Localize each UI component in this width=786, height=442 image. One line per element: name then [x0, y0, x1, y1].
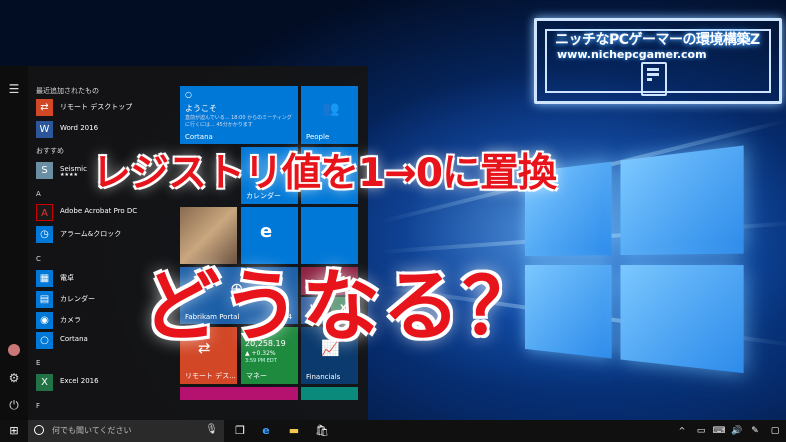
- keyboard-icon[interactable]: ⌨: [712, 423, 726, 439]
- word-icon: W: [36, 121, 53, 138]
- app-word[interactable]: W Word 2016: [36, 121, 176, 139]
- windows-logo-graphic: [524, 144, 756, 386]
- app-label: Word 2016: [60, 124, 99, 132]
- seismic-icon: S: [36, 162, 53, 179]
- headline-line1: レジストリ値を1→0に置換: [92, 151, 557, 196]
- pen-icon[interactable]: ✎: [748, 423, 762, 439]
- tile-partial-teal[interactable]: [301, 387, 358, 400]
- alarm-clock-icon: ◷: [36, 226, 53, 243]
- people-icon: 👥: [322, 101, 340, 117]
- headline-line2: どうなる？: [142, 262, 543, 352]
- app-alarm-clock[interactable]: ◷ アラーム&クロック: [36, 226, 176, 244]
- edge-icon: e: [260, 221, 273, 242]
- app-remote-desktop[interactable]: ⇄ リモート デスクトップ: [36, 99, 176, 117]
- start-menu: ☰ ⚙ ⏻ 最近追加されたもの ⇄ リモート デスクトップ W Word 201…: [0, 66, 368, 420]
- search-placeholder: 何でも聞いてください: [52, 426, 132, 435]
- remote-desktop-icon: ⇄: [36, 99, 53, 116]
- tile-label: People: [306, 133, 330, 141]
- volume-icon[interactable]: 🔊: [730, 423, 744, 439]
- cortana-circle-icon: ○: [185, 90, 192, 99]
- app-acrobat[interactable]: A Adobe Acrobat Pro DC: [36, 204, 176, 222]
- site-badge: ニッチなPCゲーマーの環境構築Z www.nichepcgamer.com: [534, 18, 782, 104]
- app-label: カレンダー: [60, 295, 95, 303]
- tile-cortana[interactable]: ○ ようこそ 直前が迫んでいる... 18:00 からのミーティングに行くには.…: [180, 86, 298, 144]
- app-label: Cortana: [60, 335, 88, 343]
- app-label: リモート デスクトップ: [60, 103, 133, 111]
- site-badge-title: ニッチなPCゲーマーの環境構築Z: [555, 32, 760, 48]
- stock-time: 3:59 PM EDT: [245, 358, 277, 364]
- file-explorer-icon[interactable]: ▬: [286, 423, 302, 439]
- tile-partial-pink[interactable]: [180, 387, 298, 400]
- power-icon[interactable]: ⏻: [7, 398, 21, 412]
- app-label: カメラ: [60, 316, 81, 324]
- calendar-icon: ▤: [36, 291, 53, 308]
- show-hidden-icons-chevron[interactable]: ^: [676, 423, 688, 439]
- section-e[interactable]: E: [36, 359, 40, 367]
- action-center-icon[interactable]: ▢: [768, 423, 782, 439]
- pc-icon: [641, 62, 667, 96]
- camera-icon: ◉: [36, 312, 53, 329]
- tile-label: Cortana: [185, 133, 213, 141]
- section-c[interactable]: C: [36, 255, 41, 263]
- edge-taskbar-icon[interactable]: e: [258, 423, 274, 439]
- excel-icon: X: [36, 374, 53, 391]
- tile-label: リモート デス...: [185, 372, 236, 380]
- calculator-icon: ▦: [36, 270, 53, 287]
- section-recently-added: 最近追加されたもの: [36, 87, 99, 95]
- app-rating: ★★★★: [60, 172, 78, 178]
- site-badge-url: www.nichepcgamer.com: [557, 48, 707, 61]
- store-taskbar-icon[interactable]: 🛍: [314, 423, 330, 439]
- cortana-icon: ○: [36, 332, 53, 349]
- cortana-greeting: ようこそ: [185, 104, 217, 113]
- section-suggested: おすすめ: [36, 147, 64, 155]
- tile-label: Financials: [306, 373, 341, 381]
- microphone-icon[interactable]: 🎙: [205, 424, 218, 435]
- task-view-icon[interactable]: ❐: [232, 423, 248, 439]
- acrobat-icon: A: [36, 204, 53, 221]
- taskbar-search-box[interactable]: 何でも聞いてください 🎙: [28, 420, 224, 442]
- app-excel[interactable]: X Excel 2016: [36, 374, 176, 392]
- app-label: Excel 2016: [60, 377, 99, 385]
- user-avatar[interactable]: [8, 344, 20, 356]
- tile-people[interactable]: 👥 People: [301, 86, 358, 144]
- section-a[interactable]: A: [36, 190, 41, 198]
- section-f[interactable]: F: [36, 402, 40, 410]
- settings-gear-icon[interactable]: ⚙: [7, 371, 21, 385]
- cortana-search-icon: [34, 425, 44, 435]
- taskbar: ⊞ 何でも聞いてください 🎙 ❐ e ▬ 🛍 ^ ▭ ⌨ 🔊 ✎ ▢: [0, 420, 786, 442]
- start-windows-icon[interactable]: ⊞: [6, 423, 22, 439]
- tile-label: マネー: [246, 372, 267, 380]
- app-label: アラーム&クロック: [60, 230, 122, 238]
- app-label: Adobe Acrobat Pro DC: [60, 207, 138, 215]
- battery-icon[interactable]: ▭: [694, 423, 708, 439]
- hamburger-menu-icon[interactable]: ☰: [7, 82, 21, 96]
- start-rail: ☰ ⚙ ⏻: [0, 66, 28, 420]
- app-label: 電卓: [60, 274, 74, 282]
- cortana-message: 直前が迫んでいる... 18:00 からのミーティングに行くには... 45分か…: [185, 115, 292, 128]
